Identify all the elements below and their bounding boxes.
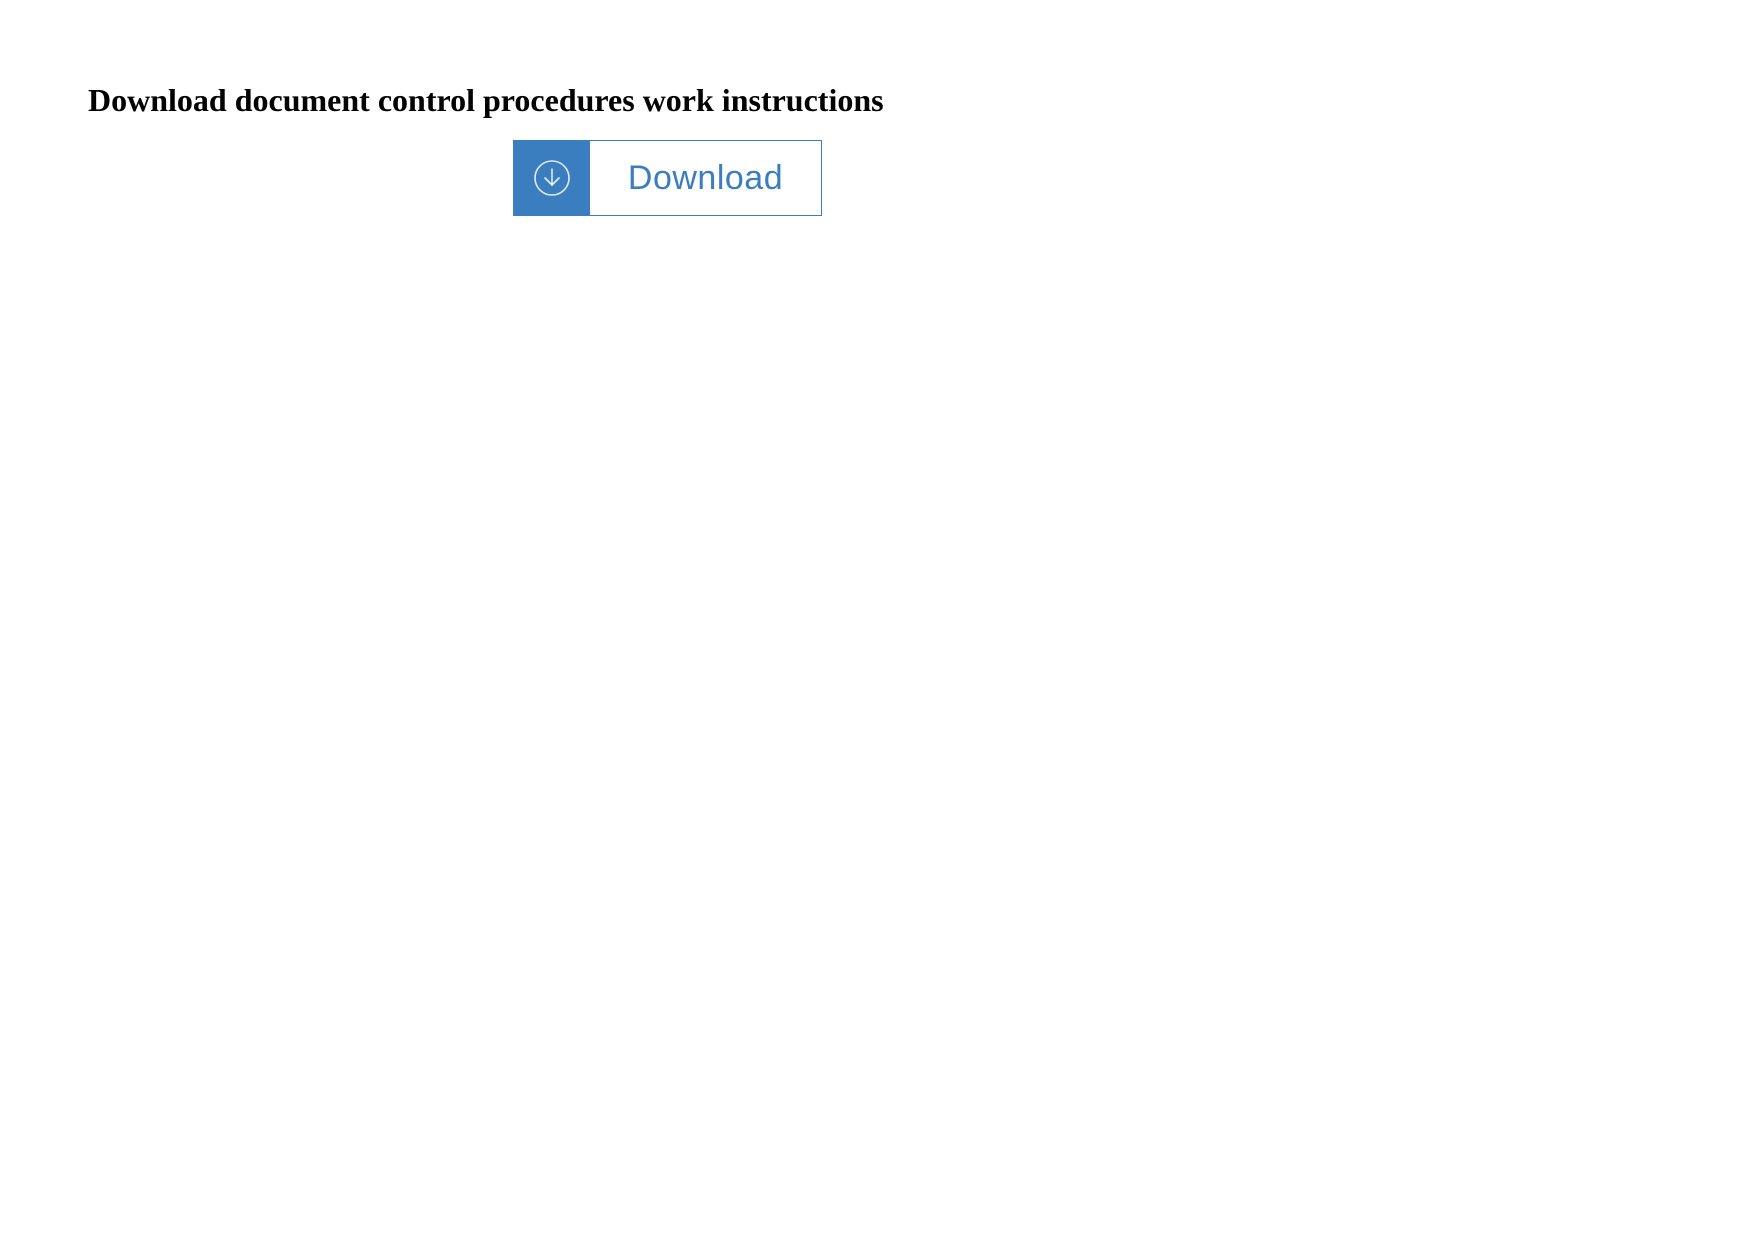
- download-button-label: Download: [590, 141, 821, 215]
- download-arrow-circle-icon: [532, 158, 572, 198]
- page-title: Download document control procedures wor…: [88, 82, 884, 119]
- download-button[interactable]: Download: [513, 140, 822, 216]
- download-icon-box: [514, 141, 590, 215]
